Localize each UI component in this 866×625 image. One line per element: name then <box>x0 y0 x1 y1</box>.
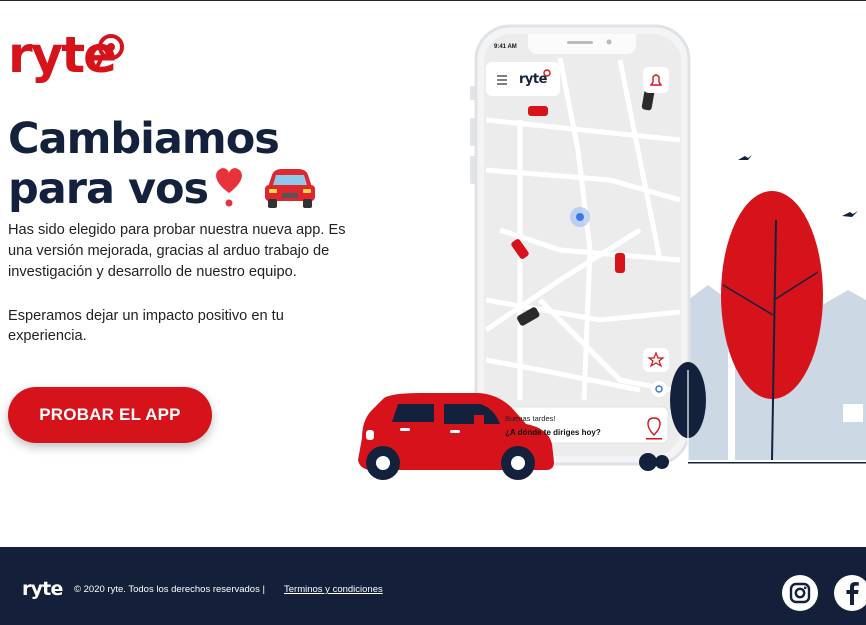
phone-question: ¿A dónde te diriges hoy? <box>505 428 601 437</box>
footer-copyright: © 2020 ryte. Todos los derechos reservad… <box>74 584 265 595</box>
footer-logo[interactable]: ryte <box>22 578 63 600</box>
bird-2 <box>842 211 858 217</box>
facebook-icon[interactable] <box>834 575 866 611</box>
hero-illustration <box>358 24 866 480</box>
terms-link[interactable]: Terminos y condiciones <box>284 584 383 595</box>
phone-mockup <box>470 24 691 466</box>
phone-status-time: 9:41 AM <box>494 44 517 50</box>
bird-1 <box>738 155 752 160</box>
phone-app-logo: ryte <box>519 72 547 87</box>
phone-greeting: Buenas tardes! <box>505 414 556 423</box>
instagram-icon[interactable] <box>782 575 818 611</box>
